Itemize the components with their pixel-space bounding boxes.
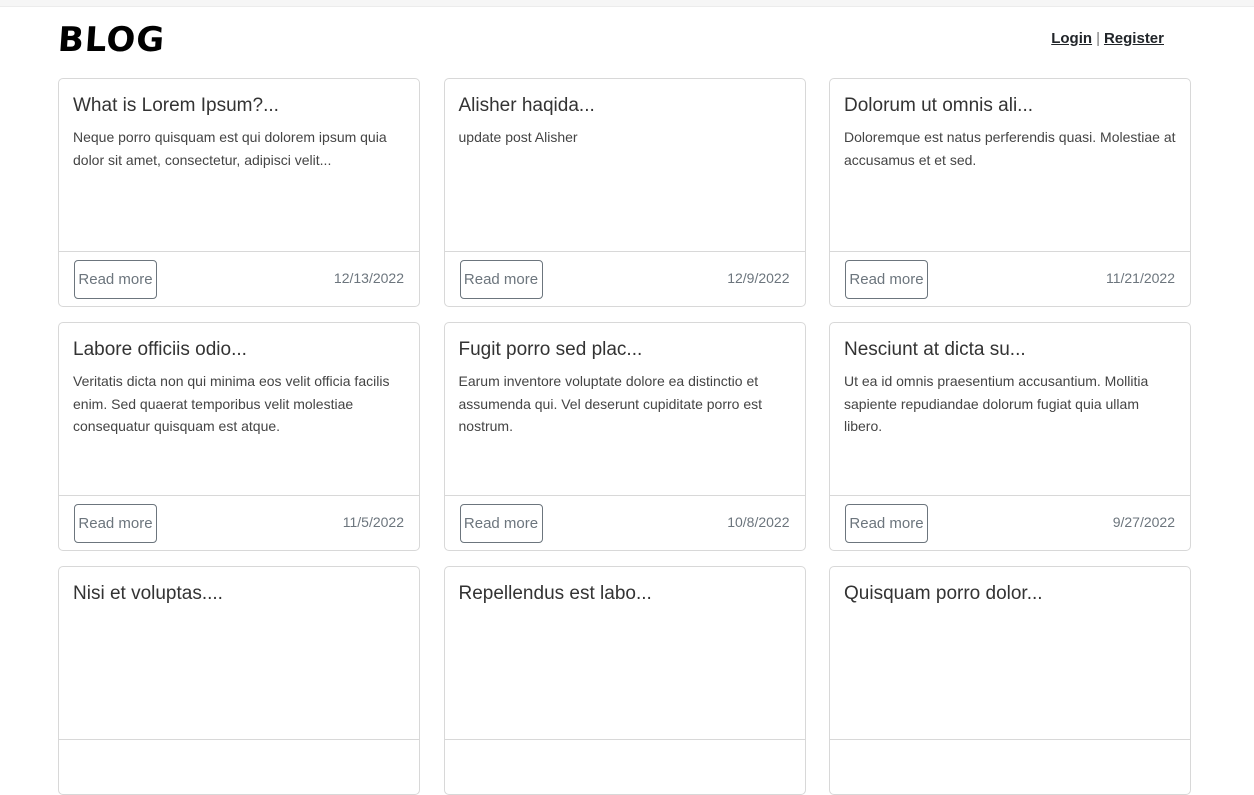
register-link[interactable]: Register xyxy=(1104,30,1164,47)
post-card-body: Alisher haqida... update post Alisher xyxy=(444,79,805,252)
post-card-footer: Read more 12/9/2022 xyxy=(445,252,805,307)
post-card: Fugit porro sed plac... Earum inventore … xyxy=(443,322,806,551)
post-excerpt: Doloremque est natus perferendis quasi. … xyxy=(844,129,1176,168)
post-card-footer: Read more 11/21/2022 xyxy=(830,252,1190,307)
post-title: Nisi et voluptas.... xyxy=(73,583,223,604)
post-card: What is Lorem Ipsum?... Neque porro quis… xyxy=(58,78,420,307)
post-card-body: Labore officiis odio... Veritatis dicta … xyxy=(59,323,419,496)
post-card-body: Nisi et voluptas.... xyxy=(59,567,419,740)
post-date: 12/13/2022 xyxy=(333,270,404,286)
post-card: Labore officiis odio... Veritatis dicta … xyxy=(58,322,420,551)
post-excerpt: Veritatis dicta non qui minima eos velit… xyxy=(73,373,390,434)
post-card-body: Repellendus est labo... xyxy=(444,567,805,740)
read-more-button[interactable]: Read more xyxy=(459,504,543,543)
post-date: 12/9/2022 xyxy=(727,270,790,286)
post-excerpt: Earum inventore voluptate dolore ea dist… xyxy=(458,373,763,434)
read-more-button[interactable]: Read more xyxy=(845,504,928,543)
read-more-button[interactable]: Read more xyxy=(845,260,928,299)
post-excerpt: Ut ea id omnis praesentium accusantium. … xyxy=(844,373,1149,434)
post-card-body: Nesciunt at dicta su... Ut ea id omnis p… xyxy=(830,323,1190,496)
post-card: Alisher haqida... update post Alisher Re… xyxy=(443,78,806,307)
browser-top-strip xyxy=(0,0,1254,7)
post-title: Labore officiis odio... xyxy=(73,339,247,360)
post-date: 11/5/2022 xyxy=(342,514,404,530)
post-card-body: What is Lorem Ipsum?... Neque porro quis… xyxy=(59,79,419,252)
post-card-footer: Read more 11/5/2022 xyxy=(59,496,419,551)
read-more-button[interactable]: Read more xyxy=(74,260,157,299)
read-more-button[interactable]: Read more xyxy=(459,260,543,299)
site-header: BLOG Login | Register xyxy=(57,18,1164,62)
auth-separator: | xyxy=(1096,30,1100,47)
post-card-body: Fugit porro sed plac... Earum inventore … xyxy=(444,323,805,496)
post-excerpt: Neque porro quisquam est qui dolorem ips… xyxy=(73,129,387,168)
post-title: Dolorum ut omnis ali... xyxy=(844,95,1034,116)
post-card-footer: Read more 9/27/2022 xyxy=(830,496,1190,551)
post-card-body: Dolorum ut omnis ali... Doloremque est n… xyxy=(830,79,1190,252)
site-logo[interactable]: BLOG xyxy=(57,20,167,60)
post-card-body: Quisquam porro dolor... xyxy=(830,567,1190,740)
post-card-footer: Read more 10/8/2022 xyxy=(445,496,805,551)
post-date: 11/21/2022 xyxy=(1105,270,1175,286)
post-card: Quisquam porro dolor... xyxy=(829,566,1191,795)
post-title: Alisher haqida... xyxy=(458,95,595,116)
post-excerpt: update post Alisher xyxy=(458,129,578,145)
auth-links: Login | Register xyxy=(1051,30,1164,47)
read-more-button[interactable]: Read more xyxy=(74,504,157,543)
post-card: Repellendus est labo... xyxy=(443,566,806,795)
post-card: Dolorum ut omnis ali... Doloremque est n… xyxy=(829,78,1191,307)
post-title: Quisquam porro dolor... xyxy=(844,583,1043,604)
post-title: Fugit porro sed plac... xyxy=(458,339,643,360)
post-card: Nesciunt at dicta su... Ut ea id omnis p… xyxy=(829,322,1191,551)
post-date: 10/8/2022 xyxy=(727,514,790,530)
post-card-footer: Read more 12/13/2022 xyxy=(59,252,419,307)
post-card: Nisi et voluptas.... xyxy=(58,566,420,795)
login-link[interactable]: Login xyxy=(1051,30,1092,47)
posts-grid: What is Lorem Ipsum?... Neque porro quis… xyxy=(58,78,1191,795)
post-title: Repellendus est labo... xyxy=(458,583,652,604)
post-title: Nesciunt at dicta su... xyxy=(844,339,1026,360)
post-title: What is Lorem Ipsum?... xyxy=(73,95,279,116)
post-date: 9/27/2022 xyxy=(1112,514,1175,530)
